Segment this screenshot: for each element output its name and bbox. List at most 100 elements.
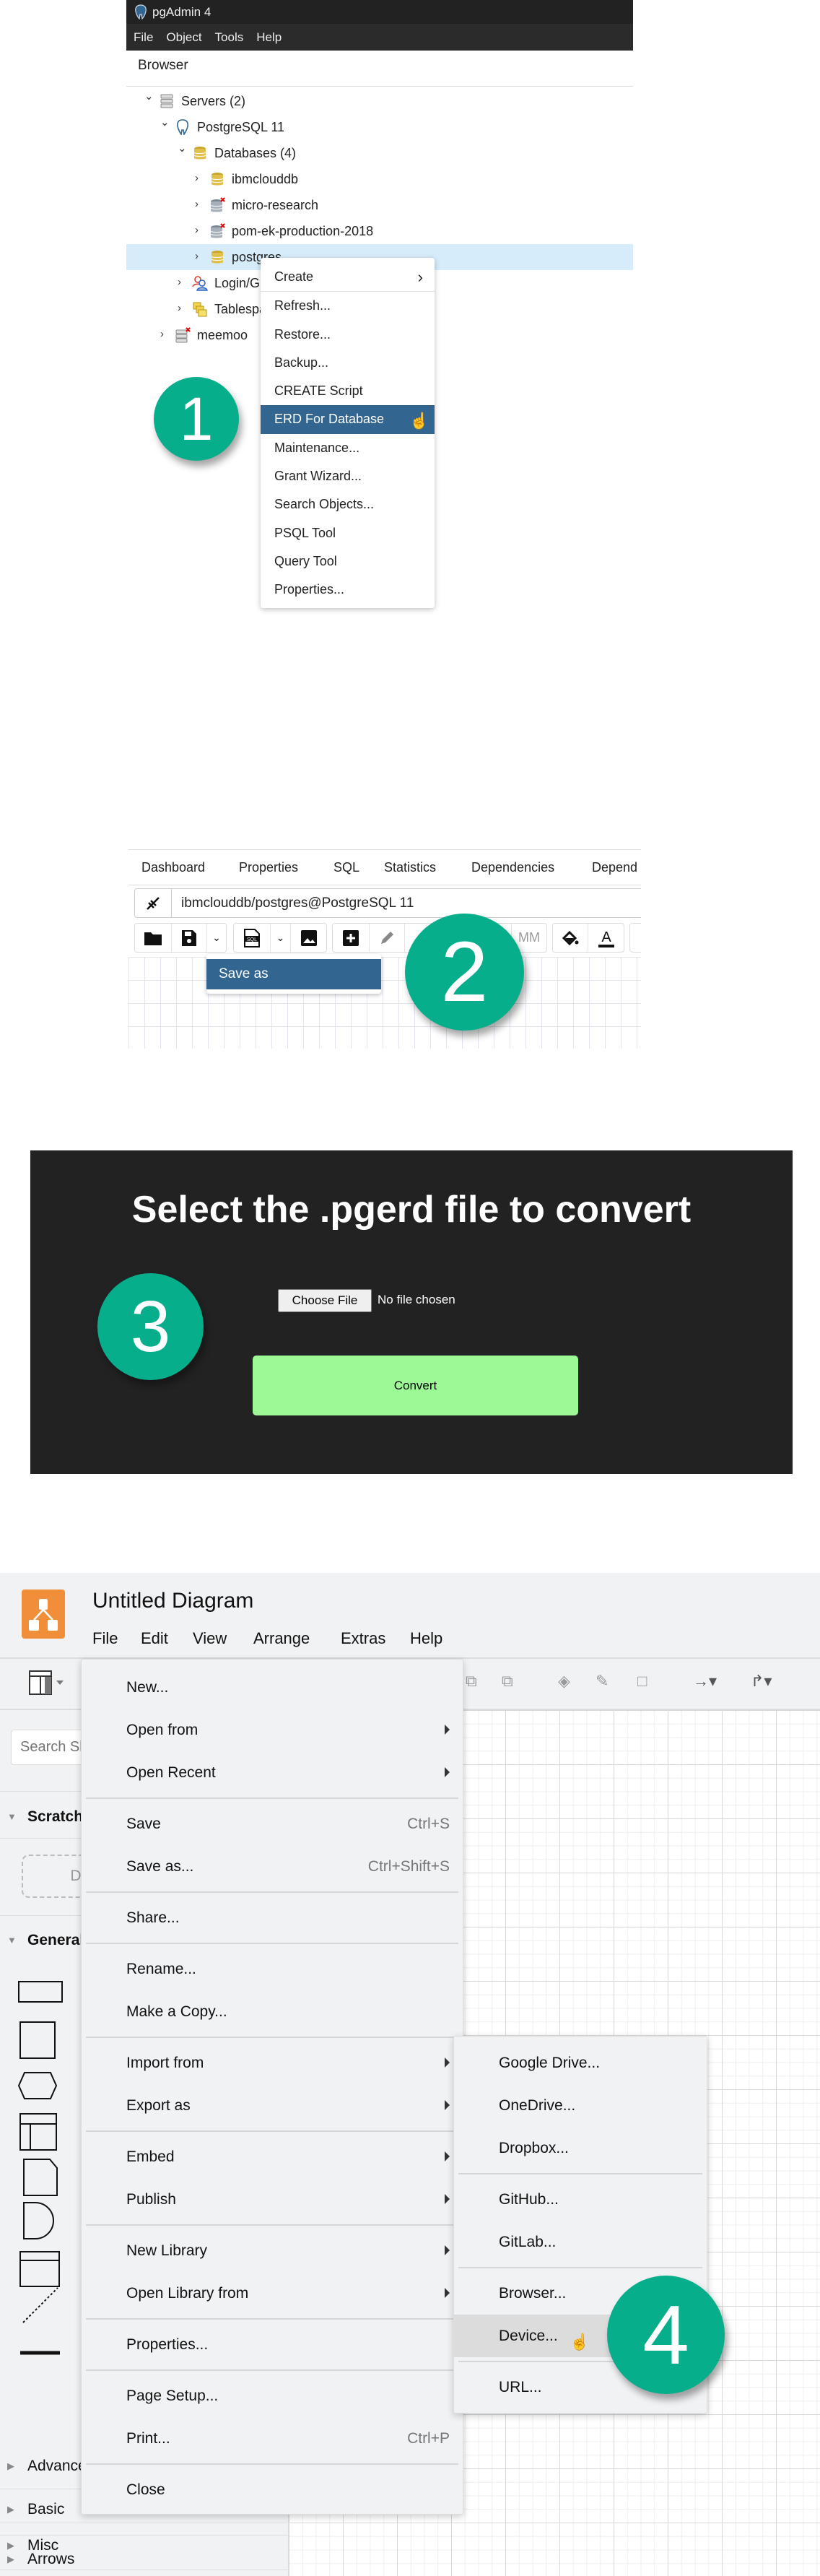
format-panel-toggle[interactable] [29, 1670, 65, 1699]
menu-item-create[interactable]: Create › [261, 263, 435, 291]
menu-item-psql-tool[interactable]: PSQL Tool [261, 519, 435, 547]
menu-tools[interactable]: Tools [215, 30, 244, 45]
text-color-button[interactable]: A [588, 924, 624, 952]
export-options-dropdown[interactable]: ⌄ [271, 924, 291, 952]
tree-node-label: Databases (4) [214, 146, 297, 160]
menu-file[interactable]: File [134, 30, 153, 45]
menu-item-refresh[interactable]: Refresh... [261, 292, 435, 320]
tree-node-label: meemoo [197, 328, 248, 342]
menu-item-export-as[interactable]: Export as [82, 2084, 463, 2127]
menu-edit[interactable]: Edit [141, 1629, 168, 1648]
menu-extras[interactable]: Extras [341, 1629, 385, 1648]
menu-item-backup[interactable]: Backup... [261, 349, 435, 377]
to-front-icon[interactable]: ⧉ [466, 1672, 477, 1691]
chevron-down-icon[interactable]: ⌄ [160, 116, 170, 130]
menu-item-properties[interactable]: Properties... [82, 2323, 463, 2366]
menu-item-new-library[interactable]: New Library [82, 2229, 463, 2272]
chevron-right-icon[interactable]: › [178, 276, 188, 290]
menu-item-new[interactable]: New... [82, 1666, 463, 1709]
fill-color-icon[interactable]: ◈ [558, 1672, 570, 1691]
tree-node-label: Servers (2) [181, 94, 246, 108]
chevron-right-icon[interactable]: › [178, 302, 188, 316]
menu-item-label: Restore... [274, 326, 331, 342]
menu-item-publish[interactable]: Publish [82, 2178, 463, 2221]
tree-node-ibmclouddb[interactable]: › ibmclouddb [126, 166, 633, 192]
menu-item-save-as[interactable]: Save as [206, 959, 381, 989]
chevron-right-icon[interactable]: › [195, 198, 205, 212]
diagram-title[interactable]: Untitled Diagram [92, 1589, 253, 1613]
convert-button[interactable]: Convert [253, 1356, 578, 1415]
menu-item-erd-for-database[interactable]: ERD For Database ☝ [261, 405, 435, 434]
tree-node-servers-2[interactable]: ⌄ Servers (2) [126, 88, 633, 114]
chevron-right-icon[interactable]: › [160, 328, 170, 342]
download-image-button[interactable] [291, 924, 326, 952]
fill-color-button[interactable] [553, 924, 589, 952]
save-button[interactable] [172, 924, 207, 952]
add-table-button[interactable] [333, 924, 370, 952]
menu-item-page-setup[interactable]: Page Setup... [82, 2375, 463, 2417]
menu-arrange[interactable]: Arrange [253, 1629, 310, 1648]
menu-item-open-recent[interactable]: Open Recent [82, 1751, 463, 1794]
erd-canvas[interactable] [128, 957, 641, 1049]
save-options-dropdown[interactable]: ⌄ [207, 924, 226, 952]
menu-help[interactable]: Help [410, 1629, 442, 1648]
menu-object[interactable]: Object [166, 30, 201, 45]
menu-file[interactable]: File [92, 1629, 118, 1648]
edit-table-button[interactable] [370, 924, 405, 952]
connection-arrow-icon[interactable]: →▾ [693, 1672, 717, 1691]
menu-help[interactable]: Help [256, 30, 282, 45]
choose-file-button[interactable]: Choose File [278, 1289, 372, 1312]
generate-sql-button[interactable]: SQL [234, 924, 271, 952]
to-back-icon[interactable]: ⧉ [502, 1672, 513, 1691]
chevron-right-icon[interactable]: › [195, 172, 205, 186]
menu-separator [458, 2173, 702, 2174]
database-icon [209, 171, 225, 187]
tab-dependencies[interactable]: Dependencies [471, 860, 554, 875]
connection-status-button[interactable] [135, 889, 172, 917]
waypoints-icon[interactable]: ↱▾ [751, 1672, 772, 1691]
menu-view[interactable]: View [193, 1629, 227, 1648]
menu-item-open-library-from[interactable]: Open Library from [82, 2272, 463, 2315]
menu-item-close[interactable]: Close [82, 2468, 463, 2511]
menu-item-search-objects[interactable]: Search Objects... [261, 490, 435, 519]
menu-item-make-a-copy[interactable]: Make a Copy... [82, 1990, 463, 2033]
menu-item-share[interactable]: Share... [82, 1896, 463, 1939]
tree-node-micro-research[interactable]: › micro-research [126, 192, 633, 218]
open-file-button[interactable] [135, 924, 172, 952]
menu-item-embed[interactable]: Embed [82, 2135, 463, 2178]
tree-node-pom-ek-production-2018[interactable]: › pom-ek-production-2018 [126, 218, 633, 244]
menu-item-github[interactable]: GitHub... [454, 2178, 707, 2221]
shadow-icon[interactable]: □ [637, 1672, 647, 1691]
menu-item-grant-wizard[interactable]: Grant Wizard... [261, 462, 435, 490]
menu-item-open-from[interactable]: Open from [82, 1709, 463, 1751]
menu-item-properties[interactable]: Properties... [261, 576, 435, 604]
tab-dashboard[interactable]: Dashboard [141, 860, 205, 875]
menu-item-save-as[interactable]: Save as... Ctrl+Shift+S [82, 1845, 463, 1888]
tab-properties[interactable]: Properties [239, 860, 298, 875]
menu-item-import-from[interactable]: Import from [82, 2042, 463, 2084]
tab-statistics[interactable]: Statistics [384, 860, 436, 875]
tab-sql[interactable]: SQL [333, 860, 359, 875]
chevron-down-icon[interactable]: ⌄ [178, 142, 188, 156]
menu-item-dropbox[interactable]: Dropbox... [454, 2127, 707, 2169]
menu-item-google-drive[interactable]: Google Drive... [454, 2042, 707, 2084]
menu-item-print[interactable]: Print... Ctrl+P [82, 2417, 463, 2460]
chevron-right-icon[interactable]: › [195, 224, 205, 238]
menu-item-onedrive[interactable]: OneDrive... [454, 2084, 707, 2127]
line-color-icon[interactable]: ✎ [596, 1672, 609, 1691]
menu-item-gitlab[interactable]: GitLab... [454, 2221, 707, 2263]
menu-item-create-script[interactable]: CREATE Script [261, 377, 435, 405]
menu-item-maintenance[interactable]: Maintenance... [261, 434, 435, 462]
tree-node-databases-4[interactable]: ⌄ Databases (4) [126, 140, 633, 166]
menu-item-label: Query Tool [274, 553, 337, 568]
menu-item-restore[interactable]: Restore... [261, 321, 435, 349]
menu-item-rename[interactable]: Rename... [82, 1948, 463, 1990]
general-shapes-palette[interactable] [14, 1977, 87, 2512]
submenu-arrow-icon [445, 1767, 450, 1777]
menu-item-save[interactable]: Save Ctrl+S [82, 1803, 463, 1845]
menu-item-query-tool[interactable]: Query Tool [261, 547, 435, 576]
tree-node-postgresql-11[interactable]: ⌄ PostgreSQL 11 [126, 114, 633, 140]
chevron-right-icon[interactable]: › [195, 250, 205, 264]
tab-dependents[interactable]: Depend [592, 860, 637, 875]
chevron-down-icon[interactable]: ⌄ [144, 90, 154, 104]
